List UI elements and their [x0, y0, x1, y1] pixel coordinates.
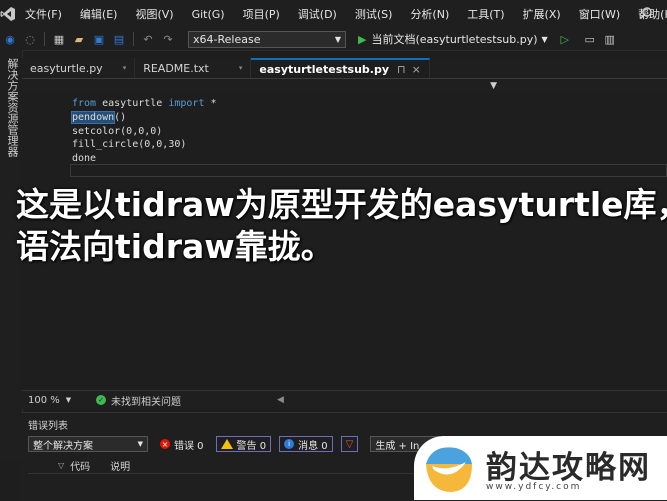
menu-window[interactable]: 窗口(W) — [570, 6, 629, 22]
scope-value: 整个解决方案 — [33, 440, 93, 452]
new-project-icon[interactable]: ▦ — [52, 32, 66, 46]
chevron-down-icon: ▼ — [65, 396, 72, 404]
chevron-down-icon[interactable]: ▼ — [490, 81, 497, 91]
warnings-count: 警告 0 — [236, 440, 267, 452]
document-tab-bar: easyturtle.py ▾ README.txt ▾ easyturtlet… — [22, 58, 667, 78]
chevron-down-icon: ▾ — [122, 64, 127, 72]
tab-label: easyturtletestsub.py — [259, 62, 389, 76]
navigation-bar: ▼ — [22, 78, 667, 95]
menu-bar: 文件(F) 编辑(E) 视图(V) Git(G) 项目(P) 调试(D) 测试(… — [0, 0, 667, 28]
run-button-label: 当前文档(easyturtletestsub.py) — [371, 33, 538, 46]
solution-explorer-label[interactable]: 解决方案资源管理器 — [4, 58, 20, 157]
chevron-down-icon: ▼ — [137, 440, 143, 448]
code-text-rest: * — [204, 98, 217, 109]
undo-icon[interactable]: ↶ — [141, 32, 155, 46]
menu-debug[interactable]: 调试(D) — [289, 6, 346, 22]
messages-count: 消息 0 — [298, 440, 328, 452]
watermark-url: www.ydfcy.com — [486, 482, 582, 492]
menu-analyze[interactable]: 分析(N) — [401, 6, 458, 22]
menu-extensions[interactable]: 扩展(X) — [514, 6, 570, 22]
info-icon: i — [284, 439, 295, 449]
column-code[interactable]: 代码 — [70, 458, 110, 473]
site-watermark: 韵达攻略网 www.ydfcy.com — [414, 436, 667, 500]
issues-text: 未找到相关问题 — [111, 396, 181, 408]
menu-edit[interactable]: 编辑(E) — [71, 6, 127, 22]
error-list-toolbar: 整个解决方案 ▼ × 错误 0 警告 0 i 消息 0 ▽ 生成 + In — [28, 435, 441, 453]
code-module: easyturtle — [96, 98, 169, 109]
code-highlighted-word: pendown — [70, 110, 116, 124]
issues-indicator[interactable]: ✓ 未找到相关问题 — [96, 393, 181, 408]
scope-select[interactable]: 整个解决方案 ▼ — [28, 436, 148, 452]
warnings-filter-button[interactable]: 警告 0 — [215, 436, 272, 452]
column-description[interactable]: 说明 — [110, 458, 130, 473]
code-text-rest: () — [114, 111, 127, 123]
chevron-down-icon: ▾ — [238, 64, 243, 72]
close-icon[interactable]: × — [412, 63, 421, 76]
menu-git[interactable]: Git(G) — [183, 8, 234, 21]
subtitle-line: 语法向tidraw靠拢。 — [16, 227, 334, 266]
errors-filter-button[interactable]: × 错误 0 — [156, 436, 208, 452]
open-folder-icon[interactable]: ▰ — [72, 32, 86, 46]
code-line: setcolor(0,0,0) — [72, 125, 163, 137]
build-source-value: 生成 + In — [375, 440, 420, 452]
warning-icon — [220, 439, 233, 449]
errors-count: 错误 0 — [174, 440, 204, 452]
zoom-select[interactable]: 100 % ▼ — [22, 395, 86, 406]
redo-icon[interactable]: ↷ — [161, 32, 175, 46]
code-line: fill_circle(0,0,30) — [72, 139, 187, 151]
toolbar: ◉ ◌ ▦ ▰ ▣ ▤ ↶ ↷ x64-Release ▼ ▶ 当前文档(eas… — [0, 28, 667, 51]
error-icon: × — [160, 439, 170, 449]
forward-icon[interactable]: ◌ — [23, 32, 37, 46]
check-icon: ✓ — [96, 395, 106, 405]
pin-icon[interactable]: ⊓ — [397, 63, 406, 76]
toolbar-overflow-icon[interactable]: ▭ — [583, 32, 597, 46]
layout-icon[interactable]: ▥ — [603, 32, 617, 46]
video-subtitle: 这是以tidraw为原型开发的easyturtle库， 语法向tidraw靠拢。 — [16, 184, 667, 268]
chevron-down-icon: ▼ — [334, 34, 341, 44]
zoom-value: 100 % — [28, 394, 60, 406]
chevron-down-icon: ▼ — [541, 34, 548, 44]
tab-label: README.txt — [143, 61, 209, 75]
code-keyword: from — [72, 98, 97, 109]
visual-studio-logo-icon[interactable] — [0, 6, 16, 22]
tab-label: easyturtle.py — [30, 61, 103, 75]
save-icon[interactable]: ▣ — [92, 32, 106, 46]
error-list-title[interactable]: 错误列表 — [28, 417, 68, 432]
editor-status-bar: 100 % ▼ ✓ 未找到相关问题 ◀ — [22, 390, 667, 409]
back-icon[interactable]: ◉ — [3, 32, 17, 46]
code-keyword: import — [168, 98, 205, 109]
menu-project[interactable]: 项目(P) — [234, 6, 289, 22]
configuration-select[interactable]: x64-Release ▼ — [188, 30, 346, 48]
subtitle-line: 这是以tidraw为原型开发的easyturtle库， — [16, 185, 667, 224]
messages-filter-button[interactable]: i 消息 0 — [279, 436, 333, 452]
code-line: done — [72, 153, 97, 165]
play-icon: ▶ — [358, 32, 367, 46]
tab-easyturtle-py[interactable]: easyturtle.py ▾ — [22, 58, 136, 78]
watermark-logo-icon — [422, 442, 476, 496]
filter-column-icon[interactable]: ▽ — [58, 461, 64, 470]
search-icon[interactable] — [639, 6, 653, 20]
tab-readme-txt[interactable]: README.txt ▾ — [135, 58, 252, 78]
tab-easyturtletestsub-py[interactable]: easyturtletestsub.py ⊓ × — [251, 58, 430, 78]
toolbar-divider — [133, 32, 134, 46]
configuration-value: x64-Release — [193, 32, 261, 46]
save-all-icon[interactable]: ▤ — [112, 32, 126, 46]
menu-tools[interactable]: 工具(T) — [458, 6, 513, 22]
menu-view[interactable]: 视图(V) — [126, 6, 182, 22]
run-button[interactable]: ▶ 当前文档(easyturtletestsub.py) ▼ — [358, 31, 548, 47]
code-text[interactable]: from easyturtle import * pendown() setco… — [70, 97, 217, 166]
filter-icon: ▽ — [345, 438, 354, 450]
toolbar-divider — [44, 32, 45, 46]
scroll-left-icon[interactable]: ◀ — [277, 395, 284, 405]
run-without-debug-icon[interactable]: ▷ — [558, 32, 572, 46]
menu-test[interactable]: 测试(S) — [346, 6, 402, 22]
menu-file[interactable]: 文件(F) — [16, 6, 71, 22]
watermark-text: 韵达攻略网 — [486, 450, 651, 486]
filter-button[interactable]: ▽ — [340, 436, 359, 452]
